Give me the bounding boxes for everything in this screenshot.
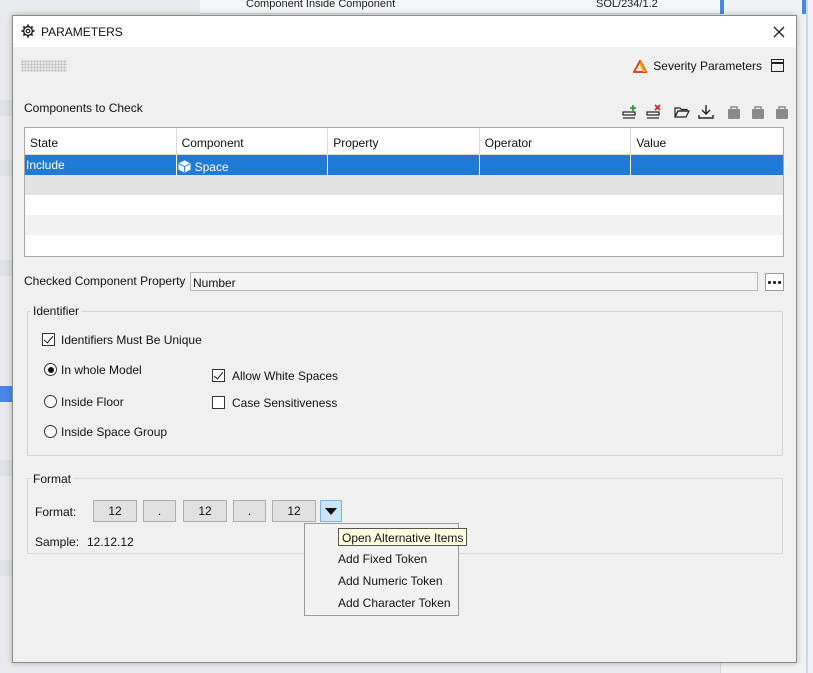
case-sensitiveness-label[interactable]: Case Sensitiveness	[232, 396, 337, 410]
scope-inside-floor-radio[interactable]	[44, 395, 57, 408]
cell-operator[interactable]	[480, 155, 632, 175]
close-button[interactable]	[768, 21, 790, 43]
format-label: Format:	[35, 505, 77, 519]
table-row-empty	[25, 195, 783, 215]
menu-item-add-numeric-token[interactable]: Add Numeric Token	[338, 574, 443, 588]
identifier-group-title: Identifier	[31, 304, 82, 318]
scope-whole-model-label[interactable]: In whole Model	[61, 363, 142, 377]
property-field[interactable]: Number	[190, 272, 758, 291]
table-row-empty	[25, 175, 783, 195]
background-stripe	[0, 560, 12, 576]
background-stripe	[0, 100, 12, 116]
panel-layout-icon[interactable]	[771, 59, 784, 72]
table-header: State Component Property Operator Value	[25, 128, 783, 155]
components-section-label: Components to Check	[24, 101, 143, 115]
scope-inside-floor-label[interactable]: Inside Floor	[61, 395, 124, 409]
bag-icon	[728, 106, 740, 119]
sample-label: Sample:	[35, 535, 80, 549]
library-button-2[interactable]	[749, 103, 767, 121]
cube-icon	[178, 160, 191, 173]
gear-icon	[21, 24, 35, 38]
identifiers-unique-checkbox[interactable]	[42, 333, 55, 346]
remove-row-button[interactable]	[645, 103, 663, 121]
components-toolbar	[615, 102, 791, 122]
case-sensitiveness-checkbox[interactable]	[212, 396, 225, 409]
cell-state[interactable]: Include	[25, 155, 177, 175]
warning-triangle-icon	[633, 59, 648, 73]
alternative-items-dropdown-button[interactable]	[320, 500, 342, 522]
format-token[interactable]: .	[143, 500, 176, 522]
save-button[interactable]	[697, 103, 715, 121]
download-icon	[698, 105, 714, 119]
column-header-component[interactable]: Component	[177, 128, 329, 154]
ellipsis-icon	[768, 280, 771, 284]
table-row[interactable]: Include Space	[25, 155, 783, 175]
cell-value[interactable]	[631, 155, 783, 175]
dialog-title: PARAMETERS	[41, 25, 123, 39]
menu-item-add-character-token[interactable]: Add Character Token	[338, 596, 451, 610]
folder-open-icon	[674, 107, 690, 118]
scope-space-group-radio[interactable]	[44, 425, 57, 438]
components-table: State Component Property Operator Value …	[24, 127, 784, 257]
column-header-property[interactable]: Property	[328, 128, 480, 154]
column-header-operator[interactable]: Operator	[480, 128, 632, 154]
allow-white-spaces-checkbox[interactable]	[212, 369, 225, 382]
scope-space-group-label[interactable]: Inside Space Group	[61, 425, 167, 439]
format-group-title: Format	[31, 472, 74, 486]
background-scroll-accent	[720, 0, 724, 14]
cell-component-label: Space	[194, 159, 229, 174]
format-token[interactable]: 12	[93, 500, 137, 522]
format-token[interactable]: 12	[272, 500, 316, 522]
background-stripe	[0, 160, 12, 176]
identifiers-unique-label[interactable]: Identifiers Must Be Unique	[61, 333, 202, 347]
bag-icon	[752, 106, 764, 119]
tooltip: Open Alternative Items	[338, 528, 468, 546]
background-selected-item	[0, 386, 12, 402]
ellipsis-icon	[773, 280, 776, 284]
allow-white-spaces-label[interactable]: Allow White Spaces	[232, 369, 338, 383]
format-token[interactable]: 12	[183, 500, 227, 522]
background-stripe	[0, 460, 12, 476]
cell-property[interactable]	[328, 155, 480, 175]
background-row-label: Component Inside Component	[246, 0, 396, 10]
table-row-empty	[25, 215, 783, 235]
remove-row-icon	[646, 104, 661, 119]
column-header-value[interactable]: Value	[631, 128, 783, 154]
severity-parameters-button[interactable]: Severity Parameters	[633, 59, 762, 73]
format-token[interactable]: .	[233, 500, 266, 522]
open-button[interactable]	[673, 103, 691, 121]
title-bar: PARAMETERS	[13, 16, 796, 47]
background-stripe	[0, 260, 12, 276]
severity-parameters-label: Severity Parameters	[653, 59, 762, 73]
library-button-1[interactable]	[725, 103, 743, 121]
ellipsis-icon	[778, 280, 781, 284]
library-button-3[interactable]	[773, 103, 791, 121]
property-browse-button[interactable]	[765, 273, 784, 291]
column-header-state[interactable]: State	[25, 128, 177, 154]
drag-grip[interactable]	[21, 60, 67, 72]
close-icon	[773, 26, 785, 38]
sample-value: 12.12.12	[87, 535, 134, 549]
bag-icon	[776, 106, 788, 119]
background-table-row: Component Inside Component SOL/234/1.2	[200, 0, 720, 14]
background-row-code: SOL/234/1.2	[596, 0, 658, 10]
property-label: Checked Component Property	[24, 274, 186, 288]
parameters-dialog: PARAMETERS Severity Parameters Component…	[12, 15, 797, 663]
cell-component[interactable]: Space	[177, 155, 329, 175]
add-row-button[interactable]	[621, 103, 639, 121]
menu-item-add-fixed-token[interactable]: Add Fixed Token	[338, 552, 427, 566]
background-border	[806, 0, 808, 673]
scope-whole-model-radio[interactable]	[44, 363, 57, 376]
add-row-icon	[622, 105, 636, 119]
